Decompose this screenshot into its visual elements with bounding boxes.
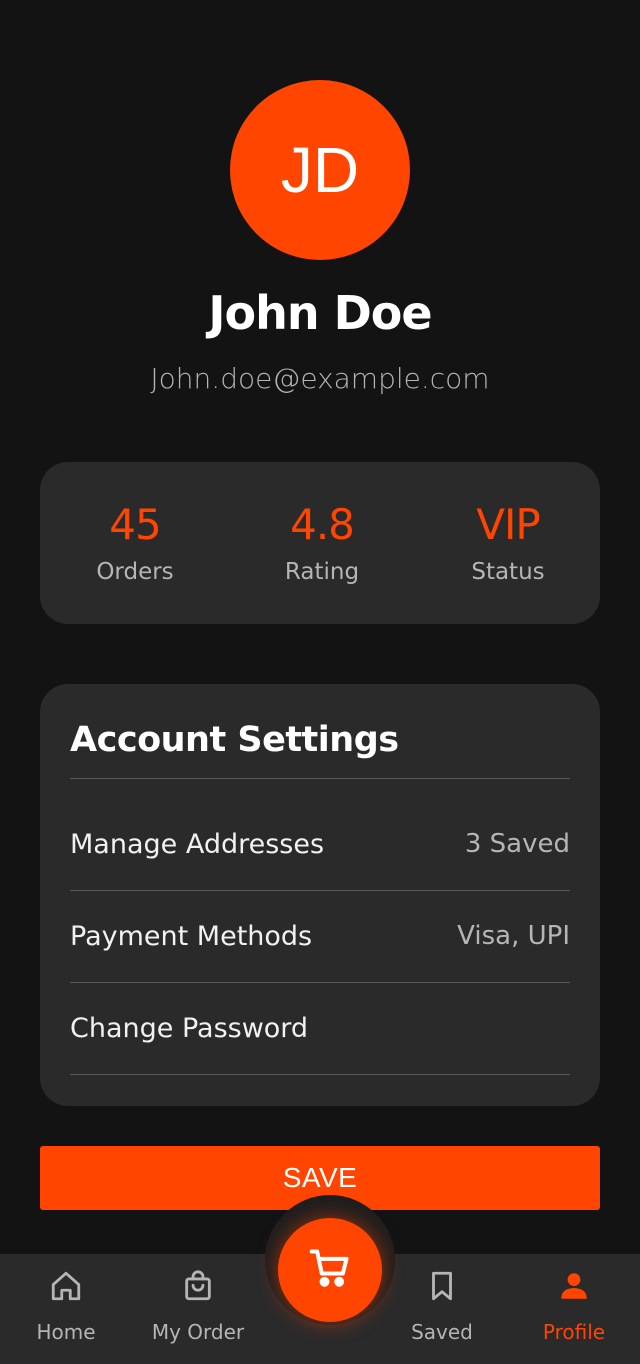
nav-item-my-order[interactable]: My Order: [143, 1254, 253, 1364]
stat-status-label: Status: [471, 559, 545, 585]
setting-label: Payment Methods: [70, 920, 313, 952]
nav-item-profile[interactable]: Profile: [524, 1254, 624, 1364]
setting-change-password[interactable]: Change Password: [70, 982, 570, 1074]
nav-label-profile: Profile: [542, 1320, 606, 1344]
setting-value: Visa, UPI: [457, 921, 570, 951]
home-icon: [46, 1266, 86, 1306]
person-icon: [554, 1266, 594, 1306]
setting-manage-addresses[interactable]: Manage Addresses 3 Saved: [70, 798, 570, 890]
stat-status: VIP Status: [415, 462, 601, 585]
stat-orders-value: 45: [109, 500, 161, 549]
setting-value: 3 Saved: [464, 829, 570, 859]
avatar[interactable]: JD: [230, 80, 410, 260]
user-name: John Doe: [208, 286, 432, 340]
cart-button[interactable]: [278, 1218, 382, 1322]
setting-payment-methods[interactable]: Payment Methods Visa, UPI: [70, 890, 570, 982]
bookmark-icon: [422, 1266, 462, 1306]
stat-orders-label: Orders: [96, 559, 174, 585]
avatar-initials: JD: [280, 134, 360, 206]
cart-icon: [308, 1246, 352, 1294]
nav-label-saved: Saved: [411, 1320, 473, 1344]
setting-label: Manage Addresses: [70, 828, 325, 860]
user-email: John.doe@example.com: [150, 362, 490, 395]
divider: [70, 1074, 570, 1075]
nav-label-my-order: My Order: [151, 1320, 245, 1344]
nav-item-home[interactable]: Home: [16, 1254, 116, 1364]
nav-label-home: Home: [36, 1320, 96, 1344]
setting-label: Change Password: [70, 1012, 309, 1044]
shopping-bag-icon: [178, 1266, 218, 1306]
stat-rating-label: Rating: [284, 559, 360, 585]
stat-rating: 4.8 Rating: [229, 462, 415, 585]
stats-card: 45 Orders 4.8 Rating VIP Status: [40, 462, 600, 624]
stat-rating-value: 4.8: [290, 500, 355, 549]
divider: [70, 778, 570, 779]
stat-orders: 45 Orders: [42, 462, 228, 585]
stat-status-value: VIP: [476, 500, 540, 549]
account-settings-title: Account Settings: [70, 720, 399, 760]
account-settings-card: Account Settings Manage Addresses 3 Save…: [40, 684, 600, 1106]
nav-item-saved[interactable]: Saved: [392, 1254, 492, 1364]
